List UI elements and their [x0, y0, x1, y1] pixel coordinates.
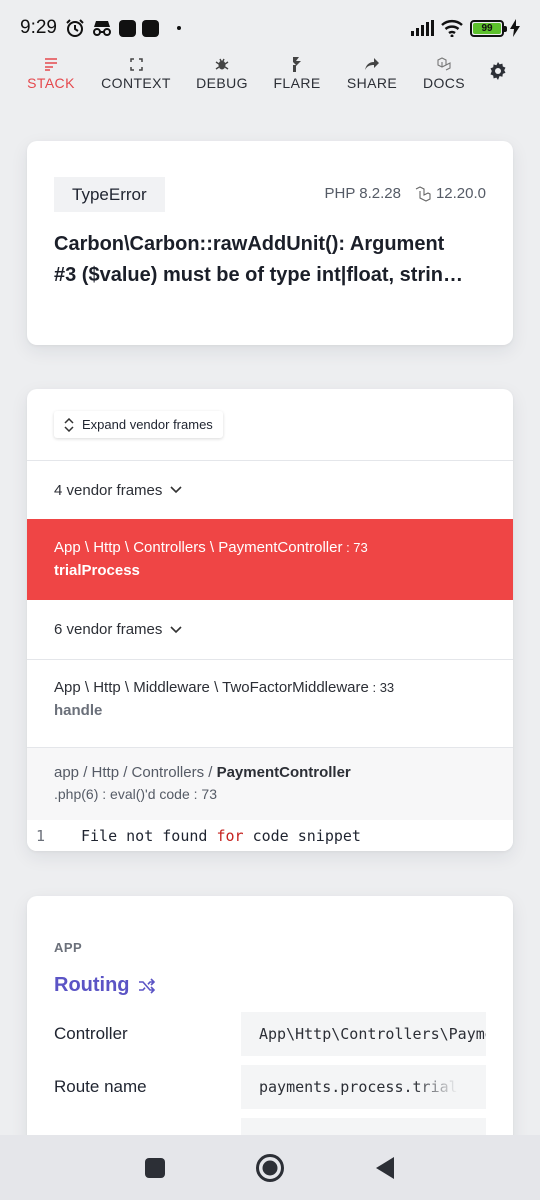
- snippet-path-file: PaymentController: [216, 764, 351, 781]
- tab-debug[interactable]: DEBUG: [196, 56, 248, 91]
- laravel-icon: [415, 185, 431, 202]
- battery-icon: 99: [470, 19, 507, 37]
- expand-vendor-frames-label: Expand vendor frames: [82, 417, 213, 432]
- tab-stack[interactable]: STACK: [27, 56, 75, 91]
- app-context-card: APP Routing Controller App\Http\Controll…: [27, 896, 513, 1156]
- signal-icon: [411, 20, 434, 36]
- code-text-part: code snippet: [243, 826, 361, 845]
- more-notifications-dot-icon: [176, 26, 181, 30]
- versions: PHP 8.2.28 12.20.0: [325, 185, 487, 202]
- snippet-path: app / Http / Controllers / PaymentContro…: [54, 764, 486, 781]
- stack-frame-active[interactable]: App \ Http \ Controllers \ PaymentContro…: [27, 519, 513, 600]
- context-key: Controller: [54, 1024, 128, 1043]
- back-button[interactable]: [374, 1156, 396, 1180]
- ignition-nav: STACK CONTEXT DEBUG FLARE SHARE DOCS: [0, 56, 540, 102]
- bug-icon: [215, 56, 229, 72]
- tab-flare-label: FLARE: [273, 75, 321, 91]
- exception-card: TypeError PHP 8.2.28 12.20.0 Carbon\Carb…: [27, 141, 513, 345]
- chevron-up-down-icon: [64, 417, 74, 432]
- status-right-icons: 99: [410, 19, 520, 37]
- chevron-down-icon: [170, 625, 182, 633]
- app-notification-icon: [141, 19, 159, 37]
- share-icon: [365, 56, 379, 72]
- incognito-icon: [92, 21, 111, 36]
- tab-share[interactable]: SHARE: [347, 56, 397, 91]
- status-left-icons: [65, 18, 181, 38]
- app-notification-icon: [118, 19, 136, 37]
- charging-icon: [510, 19, 520, 37]
- frame-class: App \ Http \ Controllers \ PaymentContro…: [54, 539, 343, 556]
- stack-icon: [44, 56, 58, 72]
- gear-icon: [490, 62, 506, 80]
- vendor-frames-group[interactable]: 4 vendor frames: [27, 460, 513, 519]
- frame-method: trialProcess: [54, 562, 140, 579]
- code-keyword: for: [216, 826, 244, 845]
- alarm-icon: [66, 19, 84, 37]
- recents-button[interactable]: [144, 1157, 166, 1179]
- tab-context-label: CONTEXT: [101, 75, 171, 91]
- system-nav-bar: [0, 1135, 540, 1200]
- context-value[interactable]: App\Http\Controllers\PaymentController: [241, 1012, 486, 1056]
- docs-icon: [436, 56, 452, 72]
- exception-message: Carbon\Carbon::rawAddUnit(): Argument #3…: [54, 229, 494, 291]
- context-value[interactable]: payments.process.trial: [241, 1065, 486, 1109]
- chevron-down-icon: [170, 486, 182, 494]
- frame-line: : 73: [342, 540, 368, 555]
- tab-context[interactable]: CONTEXT: [101, 56, 171, 91]
- routing-heading[interactable]: Routing: [54, 974, 156, 997]
- flare-icon: [291, 56, 303, 72]
- status-time: 9:29: [20, 17, 57, 38]
- snippet-path-suffix: .php(6) : eval()'d code : 73: [54, 786, 217, 802]
- snippet-header: app / Http / Controllers / PaymentContro…: [27, 747, 513, 820]
- tab-flare[interactable]: FLARE: [273, 56, 321, 91]
- exception-message-line2: #3 ($value) must be of type int|float, s…: [54, 264, 463, 286]
- vendor-frames-group[interactable]: 6 vendor frames: [27, 600, 513, 659]
- frame-class: App \ Http \ Middleware \ TwoFactorMiddl…: [54, 679, 369, 696]
- status-bar: 9:29 99: [0, 0, 540, 56]
- context-key: Route name: [54, 1077, 147, 1096]
- wifi-icon: [441, 20, 463, 37]
- section-label: APP: [54, 940, 83, 955]
- code-text-part: File not found: [81, 826, 217, 845]
- context-value-text: payments.process.trial: [259, 1078, 458, 1096]
- vendor-frames-label: 4 vendor frames: [54, 481, 163, 499]
- snippet-path-prefix: app / Http / Controllers /: [54, 764, 217, 781]
- battery-level: 99: [473, 22, 501, 34]
- tab-stack-label: STACK: [27, 75, 75, 91]
- code-snippet-line: 1 File not found for code snippet: [27, 820, 513, 851]
- laravel-version: 12.20.0: [435, 185, 486, 202]
- context-row-controller: Controller App\Http\Controllers\PaymentC…: [27, 1012, 513, 1056]
- exception-message-line1: Carbon\Carbon::rawAddUnit(): Argument: [54, 233, 445, 255]
- tab-docs-label: DOCS: [422, 75, 466, 91]
- frame-method: handle: [54, 702, 103, 719]
- exception-type-badge: TypeError: [54, 177, 165, 212]
- frame-line: : 33: [368, 680, 395, 695]
- vendor-frames-label: 6 vendor frames: [54, 621, 163, 638]
- expand-icon: [129, 56, 143, 72]
- tab-debug-label: DEBUG: [196, 75, 248, 91]
- routing-title: Routing: [54, 974, 130, 996]
- laravel-version-group: 12.20.0: [415, 185, 486, 202]
- php-version: PHP 8.2.28: [324, 185, 401, 202]
- code-line-number: 1: [36, 826, 46, 845]
- code-text: File not found for code snippet: [81, 827, 361, 845]
- home-button[interactable]: [255, 1153, 285, 1183]
- context-row-route-name: Route name payments.process.trial: [27, 1065, 513, 1109]
- settings-button[interactable]: [489, 62, 507, 85]
- expand-vendor-frames-button[interactable]: Expand vendor frames: [54, 411, 223, 438]
- stack-card: Expand vendor frames 4 vendor frames App…: [27, 389, 513, 851]
- stack-frame[interactable]: App \ Http \ Middleware \ TwoFactorMiddl…: [27, 659, 513, 747]
- tab-share-label: SHARE: [346, 75, 398, 91]
- tab-docs[interactable]: DOCS: [423, 56, 465, 91]
- context-value-text: App\Http\Controllers\PaymentController: [259, 1025, 486, 1043]
- shuffle-icon: [138, 977, 155, 994]
